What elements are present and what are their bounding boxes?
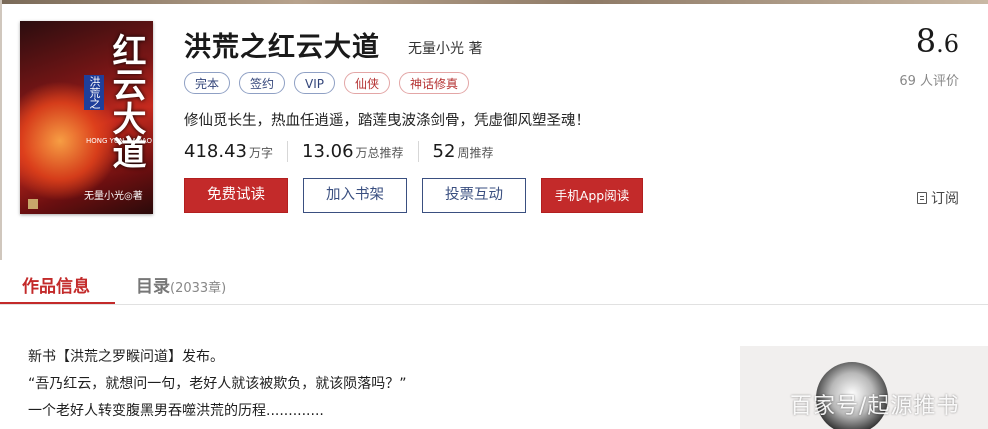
rating-count[interactable]: 69 人评价 [899, 70, 959, 89]
score-integer: 8 [915, 22, 937, 60]
cover-stamp [28, 199, 38, 209]
tag-list: 完本 签约 VIP 仙侠 神话修真 [184, 72, 470, 94]
description-line: 新书【洪荒之罗睺问道】发布。 [28, 349, 224, 365]
document-icon [917, 192, 927, 204]
book-title: 洪荒之红云大道 [184, 32, 380, 63]
book-stats: 418.43 万字 13.06 万总推荐 52 周推荐 [184, 141, 521, 162]
tag-signed: 签约 [239, 72, 286, 94]
watermark: 百家号/起源推书 [790, 394, 960, 419]
cover-author: 无量小光◎著 [84, 191, 143, 202]
stat-number: 418.43 [184, 141, 247, 162]
subscribe-link[interactable]: 订阅 [917, 188, 959, 208]
active-tab-indicator [0, 302, 115, 304]
book-cover[interactable]: 红云大道 洪荒之 HONG YUN DADAO 无量小光◎著 [20, 21, 153, 214]
left-divider [0, 0, 2, 260]
tab-catalog-label: 目录 [136, 277, 170, 297]
stat-unit: 周推荐 [457, 146, 494, 160]
tag-myth-cultivation[interactable]: 神话修真 [399, 72, 470, 94]
tab-book-info[interactable]: 作品信息 [22, 272, 90, 297]
vote-button[interactable]: 投票互动 [422, 178, 526, 213]
stat-unit: 万总推荐 [355, 146, 404, 160]
book-intro: 修仙觅长生，热血任逍遥，踏莲曳波涤剑骨，凭虚御风塑圣魂！ [184, 113, 590, 129]
tag-completed: 完本 [184, 72, 231, 94]
stat-total-recommend: 13.06 万总推荐 [302, 141, 419, 162]
stat-weekly-recommend: 52 周推荐 [433, 141, 508, 162]
top-banner-strip [0, 0, 988, 4]
add-to-shelf-button[interactable]: 加入书架 [303, 178, 407, 213]
tab-catalog-count: (2033章) [170, 281, 227, 296]
stat-unit: 万字 [248, 146, 273, 160]
tag-vip: VIP [294, 72, 336, 94]
action-buttons: 免费试读 加入书架 投票互动 手机App阅读 [184, 178, 643, 213]
cover-main-title: 红云大道 [106, 33, 146, 169]
cover-banner: 洪荒之 [84, 75, 104, 110]
tab-bar: 作品信息 目录(2033章) [0, 262, 988, 305]
description-line: 一个老好人转变腹黑男吞噬洪荒的历程............. [28, 403, 324, 419]
book-author[interactable]: 无量小光 著 [408, 38, 482, 58]
free-read-button[interactable]: 免费试读 [184, 178, 288, 213]
book-score: 8.6 [916, 22, 959, 60]
cover-english-title: HONG YUN DADAO [86, 137, 153, 145]
tab-catalog[interactable]: 目录(2033章) [136, 272, 226, 297]
score-decimal: .6 [936, 30, 959, 58]
stat-word-count: 418.43 万字 [184, 141, 288, 162]
subscribe-label: 订阅 [931, 191, 959, 207]
tag-xianxia[interactable]: 仙侠 [344, 72, 391, 94]
stat-number: 13.06 [302, 141, 354, 162]
app-read-button[interactable]: 手机App阅读 [541, 178, 643, 213]
book-description: 新书【洪荒之罗睺问道】发布。 “吾乃红云，就想问一句，老好人就该被欺负，就该陨落… [28, 344, 407, 425]
stat-number: 52 [432, 141, 456, 162]
description-line: “吾乃红云，就想问一句，老好人就该被欺负，就该陨落吗？” [28, 376, 407, 392]
